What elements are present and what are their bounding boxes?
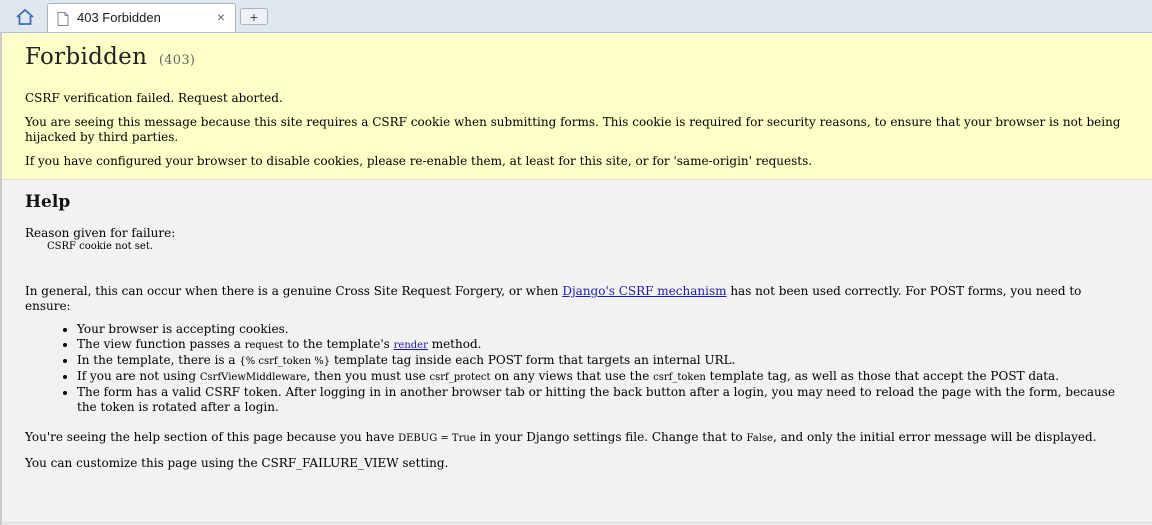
django-csrf-link[interactable]: Django's CSRF mechanism (562, 284, 726, 298)
status-code: (403) (158, 53, 196, 68)
tab-403-forbidden[interactable]: 403 Forbidden × (47, 3, 236, 32)
list-item: Your browser is accepting cookies. (77, 322, 1129, 337)
code-false: False (746, 433, 773, 444)
list-item: The form has a valid CSRF token. After l… (77, 385, 1129, 415)
bullet-text: If you are not using (77, 369, 200, 383)
bullet-text: Your browser is accepting cookies. (77, 322, 289, 336)
bullet-text: The view function passes a (77, 337, 245, 351)
bullet-text: The form has a valid CSRF token. After l… (77, 385, 1116, 414)
code-csrf-view-middleware: CsrfViewMiddleware (199, 372, 307, 383)
bullet-text: on any views that use the (490, 369, 654, 383)
code-debug-true: DEBUG = True (398, 433, 476, 444)
render-link[interactable]: render (394, 340, 428, 351)
home-button[interactable] (12, 6, 38, 28)
list-item: If you are not using CsrfViewMiddleware,… (77, 369, 1129, 385)
bullet-text: template tag, as well as those that acce… (705, 369, 1060, 383)
debug-text: You're seeing the help section of this p… (25, 430, 399, 444)
debug-text: in your Django settings file. Change tha… (475, 430, 747, 444)
page-title: Forbidden (403) (25, 44, 1129, 70)
code-csrf-token-tag: {% csrf_token %} (239, 356, 331, 367)
summary-line-1: CSRF verification failed. Request aborte… (25, 91, 283, 105)
list-item: In the template, there is a {% csrf_toke… (77, 353, 1129, 369)
page-icon (57, 12, 69, 26)
code-csrf-token: csrf_token (653, 372, 706, 383)
list-item: The view function passes a request to th… (77, 337, 1129, 353)
code-request: request (244, 340, 284, 351)
bullet-text: template tag inside each POST form that … (330, 353, 736, 367)
debug-text: , and only the initial error message wil… (772, 430, 1097, 444)
code-csrf-protect: csrf_protect (429, 372, 491, 383)
debug-notice: You're seeing the help section of this p… (25, 430, 1129, 446)
bullet-text: , then you must use (306, 369, 430, 383)
new-tab-button[interactable]: + (240, 8, 268, 25)
checklist: Your browser is accepting cookies. The v… (25, 322, 1129, 415)
bullet-text: method. (427, 337, 482, 351)
reason-value: CSRF cookie not set. (47, 241, 154, 252)
summary-line-3: If you have configured your browser to d… (25, 154, 813, 168)
bullet-text: In the template, there is a (77, 353, 240, 367)
general-text-before: In general, this can occur when there is… (25, 284, 563, 298)
error-summary: Forbidden (403) CSRF verification failed… (2, 33, 1152, 180)
close-tab-icon[interactable]: × (217, 9, 225, 25)
general-explanation: In general, this can occur when there is… (25, 284, 1129, 314)
tab-title: 403 Forbidden (77, 10, 161, 25)
help-heading: Help (25, 192, 71, 212)
browser-tab-bar: 403 Forbidden × + (0, 0, 1152, 33)
page-viewport: Forbidden (403) CSRF verification failed… (0, 33, 1152, 525)
home-icon (16, 8, 34, 25)
bullet-text: to the template's (283, 337, 394, 351)
help-section: Help Reason given for failure: CSRF cook… (2, 180, 1152, 523)
reason-label: Reason given for failure: (25, 226, 176, 240)
error-heading: Forbidden (25, 44, 148, 70)
customize-notice: You can customize this page using the CS… (25, 456, 449, 470)
summary-line-2: You are seeing this message because this… (25, 115, 1121, 144)
